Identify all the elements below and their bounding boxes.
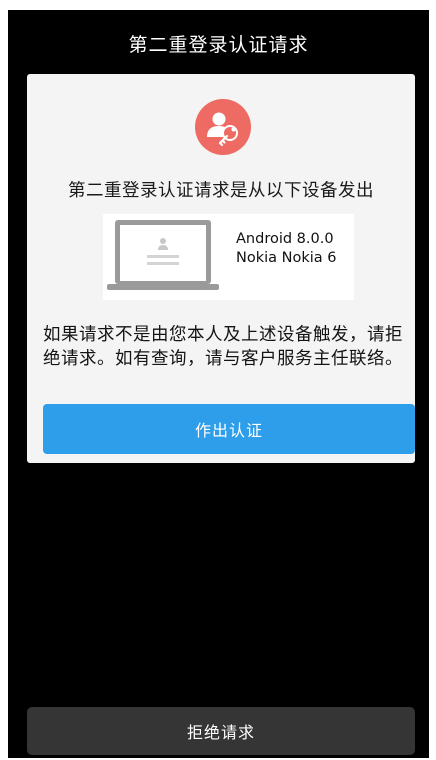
card-heading: 第二重登录认证请求是从以下设备发出 [68, 181, 374, 201]
user-key-icon [195, 99, 251, 155]
warning-message: 如果请求不是由您本人及上述设备触发，请拒绝请求。如有查询，请与客户服务主任联络。 [43, 325, 403, 369]
device-info: Android 8.0.0 Nokia Nokia 6 [103, 214, 354, 300]
page-title: 第二重登录认证请求 [128, 34, 309, 56]
device-os: Android 8.0.0 [236, 231, 334, 247]
laptop-icon [107, 220, 219, 290]
app-screen: 第二重登录认证请求 第二重登录认证请求是从以下设备发出 Android 8.0.… [8, 10, 429, 758]
confirm-auth-button[interactable]: 作出认证 [43, 404, 415, 454]
device-model: Nokia Nokia 6 [236, 250, 337, 266]
reject-request-button[interactable]: 拒绝请求 [27, 707, 415, 755]
auth-request-card: 第二重登录认证请求是从以下设备发出 Android 8.0.0 Nokia No… [27, 74, 415, 463]
